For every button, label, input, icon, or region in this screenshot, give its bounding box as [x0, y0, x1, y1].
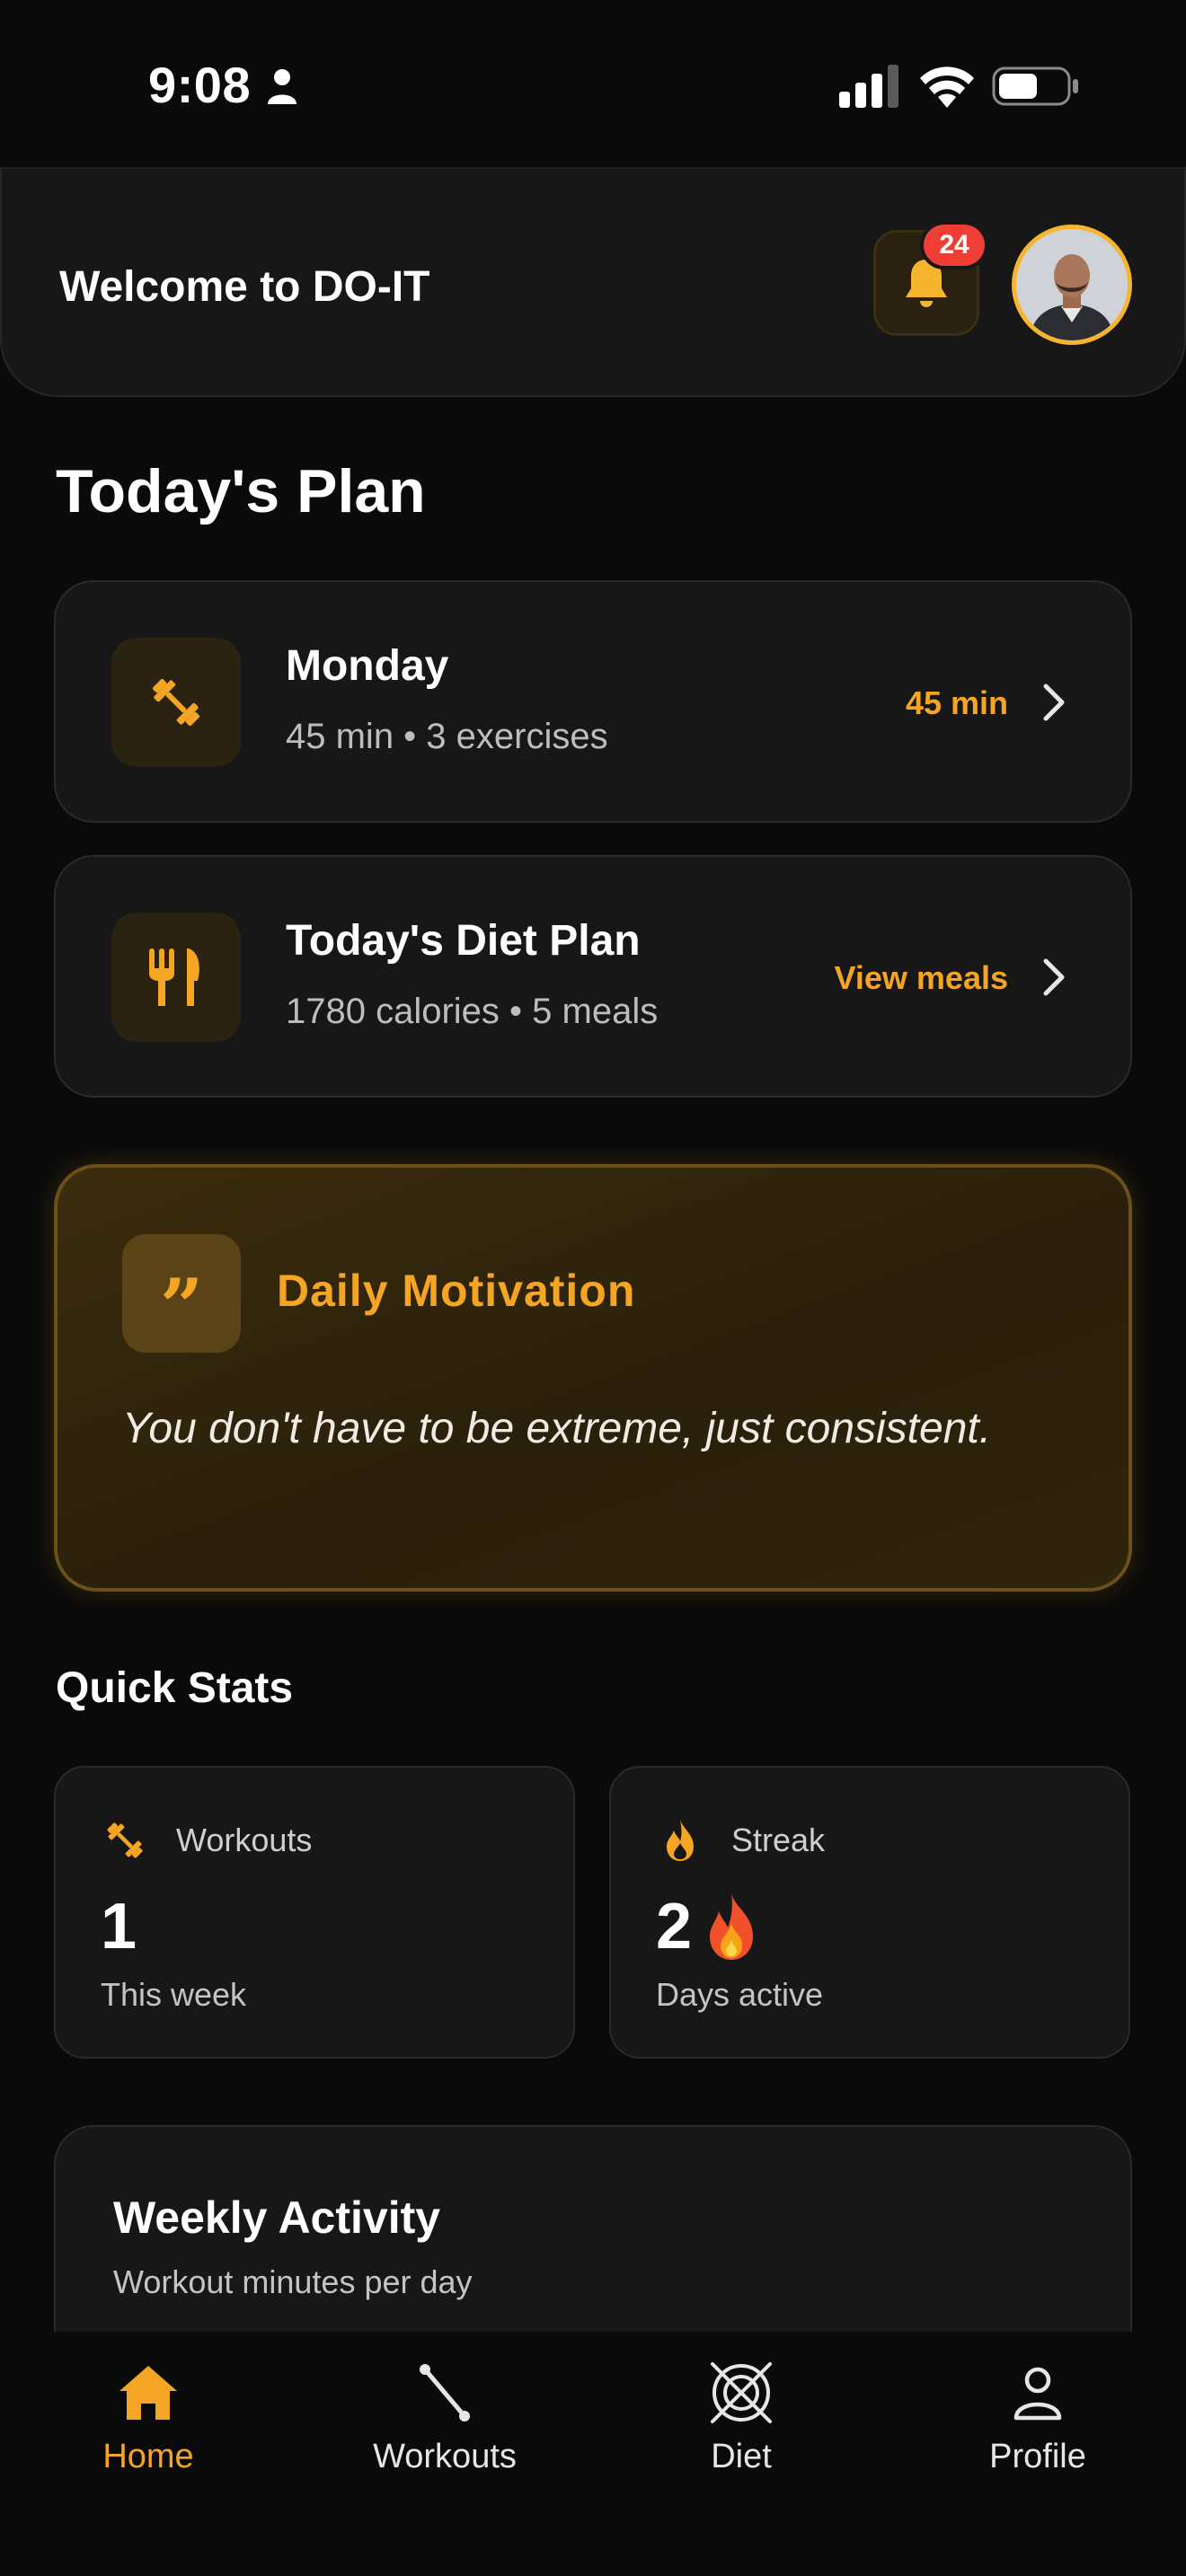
streak-stat-card: Streak 2 Days active	[609, 1766, 1130, 2059]
workout-icon	[420, 2364, 470, 2422]
wifi-icon	[920, 66, 974, 108]
avatar-photo	[1016, 229, 1128, 340]
flame-icon	[667, 1820, 694, 1861]
nav-profile-label: Profile	[989, 2438, 1086, 2475]
diet-plan-card[interactable]: Today's Diet Plan 1780 calories • 5 meal…	[54, 855, 1132, 1098]
chevron-right-icon	[1043, 958, 1065, 996]
daily-motivation-card: ” Daily Motivation You don't have to be …	[54, 1164, 1132, 1592]
quote-icon: ”	[122, 1234, 241, 1353]
dumbbell-icon	[107, 1822, 143, 1858]
diet-summary: 1780 calories • 5 meals	[286, 992, 659, 1031]
profile-icon	[1013, 2367, 1062, 2421]
status-bar: 9:08	[0, 0, 1186, 167]
home-icon	[119, 2366, 177, 2420]
status-time: 9:08	[148, 57, 252, 113]
home-screen: 9:08 Welcome to DO-IT 24 Today's Plan Mo…	[0, 0, 1186, 2576]
fire-emoji-icon	[710, 1893, 753, 1960]
streak-stat-label: Streak	[731, 1822, 826, 1858]
diet-plan-title: Today's Diet Plan	[286, 917, 641, 965]
streak-stat-sub: Days active	[656, 1976, 824, 2013]
todays-plan-title: Today's Plan	[56, 457, 426, 525]
cellular-signal-icon	[839, 65, 898, 108]
dumbbell-icon	[152, 678, 200, 727]
weekly-activity-subtitle: Workout minutes per day	[113, 2263, 473, 2300]
workouts-stat-value: 1	[101, 1891, 137, 1963]
bottom-nav: Home Workouts Diet Profile	[0, 2332, 1186, 2576]
workout-day-title: Monday	[286, 642, 449, 690]
nav-workouts-label: Workouts	[373, 2438, 517, 2475]
avatar[interactable]	[1012, 225, 1132, 345]
nav-workouts[interactable]: Workouts	[337, 2357, 553, 2492]
quick-stats-title: Quick Stats	[56, 1664, 294, 1712]
nav-home[interactable]: Home	[40, 2357, 256, 2492]
workout-summary: 45 min • 3 exercises	[286, 717, 608, 756]
motivation-title: Daily Motivation	[277, 1266, 636, 1316]
workouts-stat-label: Workouts	[176, 1822, 313, 1858]
welcome-title: Welcome to DO-IT	[59, 263, 430, 311]
battery-icon	[992, 66, 1078, 106]
motivation-quote: You don't have to be extreme, just consi…	[122, 1405, 992, 1452]
nav-profile[interactable]: Profile	[930, 2357, 1146, 2492]
person-icon	[268, 69, 296, 104]
workout-plan-card[interactable]: Monday 45 min • 3 exercises 45 min	[54, 580, 1132, 823]
diet-icon-tile	[111, 913, 241, 1042]
weekly-activity-title: Weekly Activity	[113, 2192, 441, 2243]
workouts-stat-sub: This week	[101, 1976, 247, 2013]
view-meals-link[interactable]: View meals	[835, 959, 1008, 997]
fork-knife-icon	[149, 948, 199, 1006]
workout-duration-link[interactable]: 45 min	[906, 684, 1008, 722]
workouts-stat-card: Workouts 1 This week	[54, 1766, 575, 2059]
app-header: Welcome to DO-IT 24	[0, 167, 1186, 397]
streak-stat-value: 2	[656, 1891, 693, 1963]
diet-icon	[711, 2362, 772, 2423]
nav-diet[interactable]: Diet	[633, 2357, 849, 2492]
notification-badge: 24	[920, 221, 988, 269]
chevron-right-icon	[1043, 684, 1065, 721]
workout-icon-tile	[111, 638, 241, 767]
nav-home-label: Home	[102, 2438, 194, 2475]
nav-diet-label: Diet	[711, 2438, 772, 2475]
